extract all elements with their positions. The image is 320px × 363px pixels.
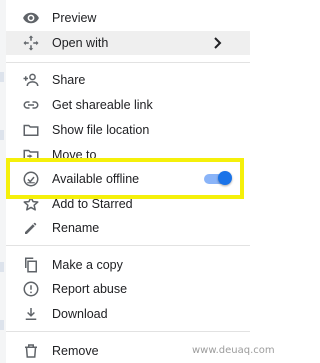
menu-item-show-file-location[interactable]: Show file location [6, 118, 250, 142]
move-arrows-icon [22, 34, 40, 52]
menu-item-label: Report abuse [52, 282, 128, 296]
chevron-right-icon [212, 36, 224, 50]
alert-icon [22, 280, 40, 298]
menu-item-preview[interactable]: Preview [6, 6, 250, 30]
menu-item-open-with[interactable]: Open with [6, 31, 250, 55]
watermark-text: www.deuaq.com [192, 345, 275, 356]
background-row-mark [0, 72, 4, 82]
copy-icon [22, 256, 40, 274]
menu-divider [6, 331, 250, 332]
yellow-highlight-box [6, 158, 244, 199]
pencil-icon [22, 219, 40, 237]
menu-divider [6, 245, 250, 246]
menu-divider [6, 62, 250, 63]
background-row-mark [0, 130, 4, 140]
menu-item-make-a-copy[interactable]: Make a copy [6, 253, 250, 277]
menu-item-label: Rename [52, 221, 100, 235]
menu-item-label: Download [52, 307, 108, 321]
link-icon [22, 96, 40, 114]
menu-item-label: Show file location [52, 123, 150, 137]
menu-item-label: Remove [52, 344, 99, 358]
menu-item-label: Make a copy [52, 258, 123, 272]
download-icon [22, 305, 40, 323]
menu-item-rename[interactable]: Rename [6, 216, 250, 240]
menu-item-get-shareable-link[interactable]: Get shareable link [6, 93, 250, 117]
menu-item-share[interactable]: Share [6, 68, 250, 92]
trash-icon [22, 342, 40, 360]
folder-icon [22, 121, 40, 139]
eye-icon [22, 9, 40, 27]
person-add-icon [22, 71, 40, 89]
menu-item-report-abuse[interactable]: Report abuse [6, 277, 250, 301]
menu-item-label: Preview [52, 11, 97, 25]
menu-item-label: Share [52, 73, 86, 87]
background-row-mark [0, 320, 4, 330]
menu-item-download[interactable]: Download [6, 302, 250, 326]
background-row-mark [0, 262, 4, 272]
menu-item-label: Get shareable link [52, 98, 153, 112]
menu-item-label: Open with [52, 36, 109, 50]
